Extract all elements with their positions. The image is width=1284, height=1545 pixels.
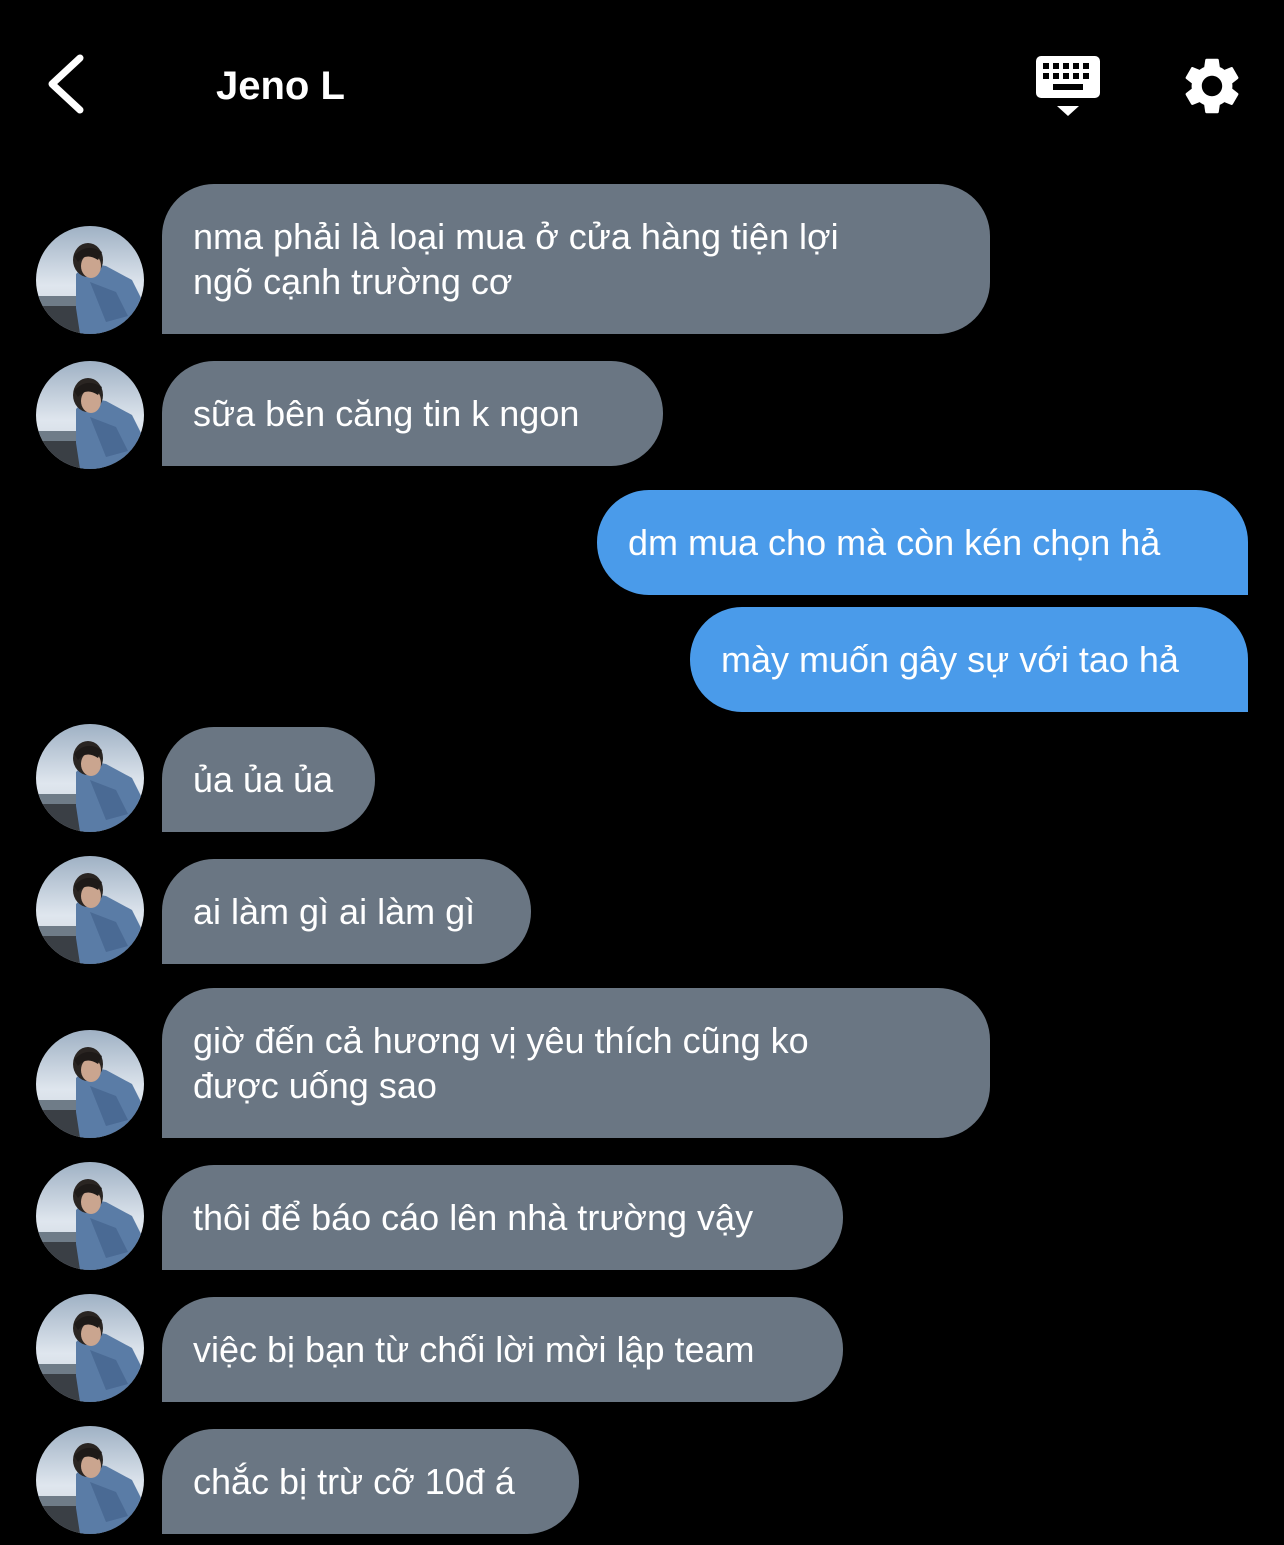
avatar[interactable] (36, 1294, 144, 1402)
message-row: việc bị bạn từ chối lời mời lập team (0, 1294, 1284, 1402)
message-row: dm mua cho mà còn kén chọn hả (0, 490, 1284, 595)
keyboard-hide-icon (1036, 56, 1100, 116)
avatar-image (36, 1030, 144, 1138)
avatar-image (36, 856, 144, 964)
avatar[interactable] (36, 1030, 144, 1138)
message-bubble-received[interactable]: ủa ủa ủa (162, 727, 375, 832)
message-row: ủa ủa ủa (0, 724, 1284, 832)
message-row: sữa bên căng tin k ngon (0, 361, 1284, 469)
message-row: thôi để báo cáo lên nhà trường vậy (0, 1162, 1284, 1270)
avatar[interactable] (36, 724, 144, 832)
chevron-left-icon (48, 54, 84, 114)
avatar-image (36, 1162, 144, 1270)
message-bubble-received[interactable]: ai làm gì ai làm gì (162, 859, 531, 964)
message-row: mày muốn gây sự với tao hả (0, 607, 1284, 712)
message-row: ai làm gì ai làm gì (0, 856, 1284, 964)
back-button[interactable] (40, 50, 100, 120)
gear-icon (1185, 58, 1239, 114)
message-bubble-received[interactable]: nma phải là loại mua ở cửa hàng tiện lợi… (162, 184, 990, 334)
avatar-image (36, 1294, 144, 1402)
message-bubble-sent[interactable]: dm mua cho mà còn kén chọn hả (597, 490, 1248, 595)
message-bubble-received[interactable]: giờ đến cả hương vị yêu thích cũng ko đư… (162, 988, 990, 1138)
avatar[interactable] (36, 856, 144, 964)
avatar[interactable] (36, 361, 144, 469)
settings-button[interactable] (1178, 52, 1246, 120)
message-row: nma phải là loại mua ở cửa hàng tiện lợi… (0, 184, 1284, 334)
message-row: chắc bị trừ cỡ 10đ á (0, 1426, 1284, 1534)
chat-header: Jeno L (0, 0, 1284, 170)
avatar-image (36, 1426, 144, 1534)
message-bubble-received[interactable]: thôi để báo cáo lên nhà trường vậy (162, 1165, 843, 1270)
message-bubble-received[interactable]: sữa bên căng tin k ngon (162, 361, 663, 466)
avatar-image (36, 724, 144, 832)
avatar[interactable] (36, 1162, 144, 1270)
message-bubble-sent[interactable]: mày muốn gây sự với tao hả (690, 607, 1248, 712)
avatar[interactable] (36, 1426, 144, 1534)
message-bubble-received[interactable]: chắc bị trừ cỡ 10đ á (162, 1429, 579, 1534)
message-row: giờ đến cả hương vị yêu thích cũng ko đư… (0, 988, 1284, 1138)
keyboard-button[interactable] (1030, 50, 1106, 122)
message-bubble-received[interactable]: việc bị bạn từ chối lời mời lập team (162, 1297, 843, 1402)
contact-name: Jeno L (216, 64, 345, 108)
avatar-image (36, 361, 144, 469)
avatar[interactable] (36, 226, 144, 334)
avatar-image (36, 226, 144, 334)
